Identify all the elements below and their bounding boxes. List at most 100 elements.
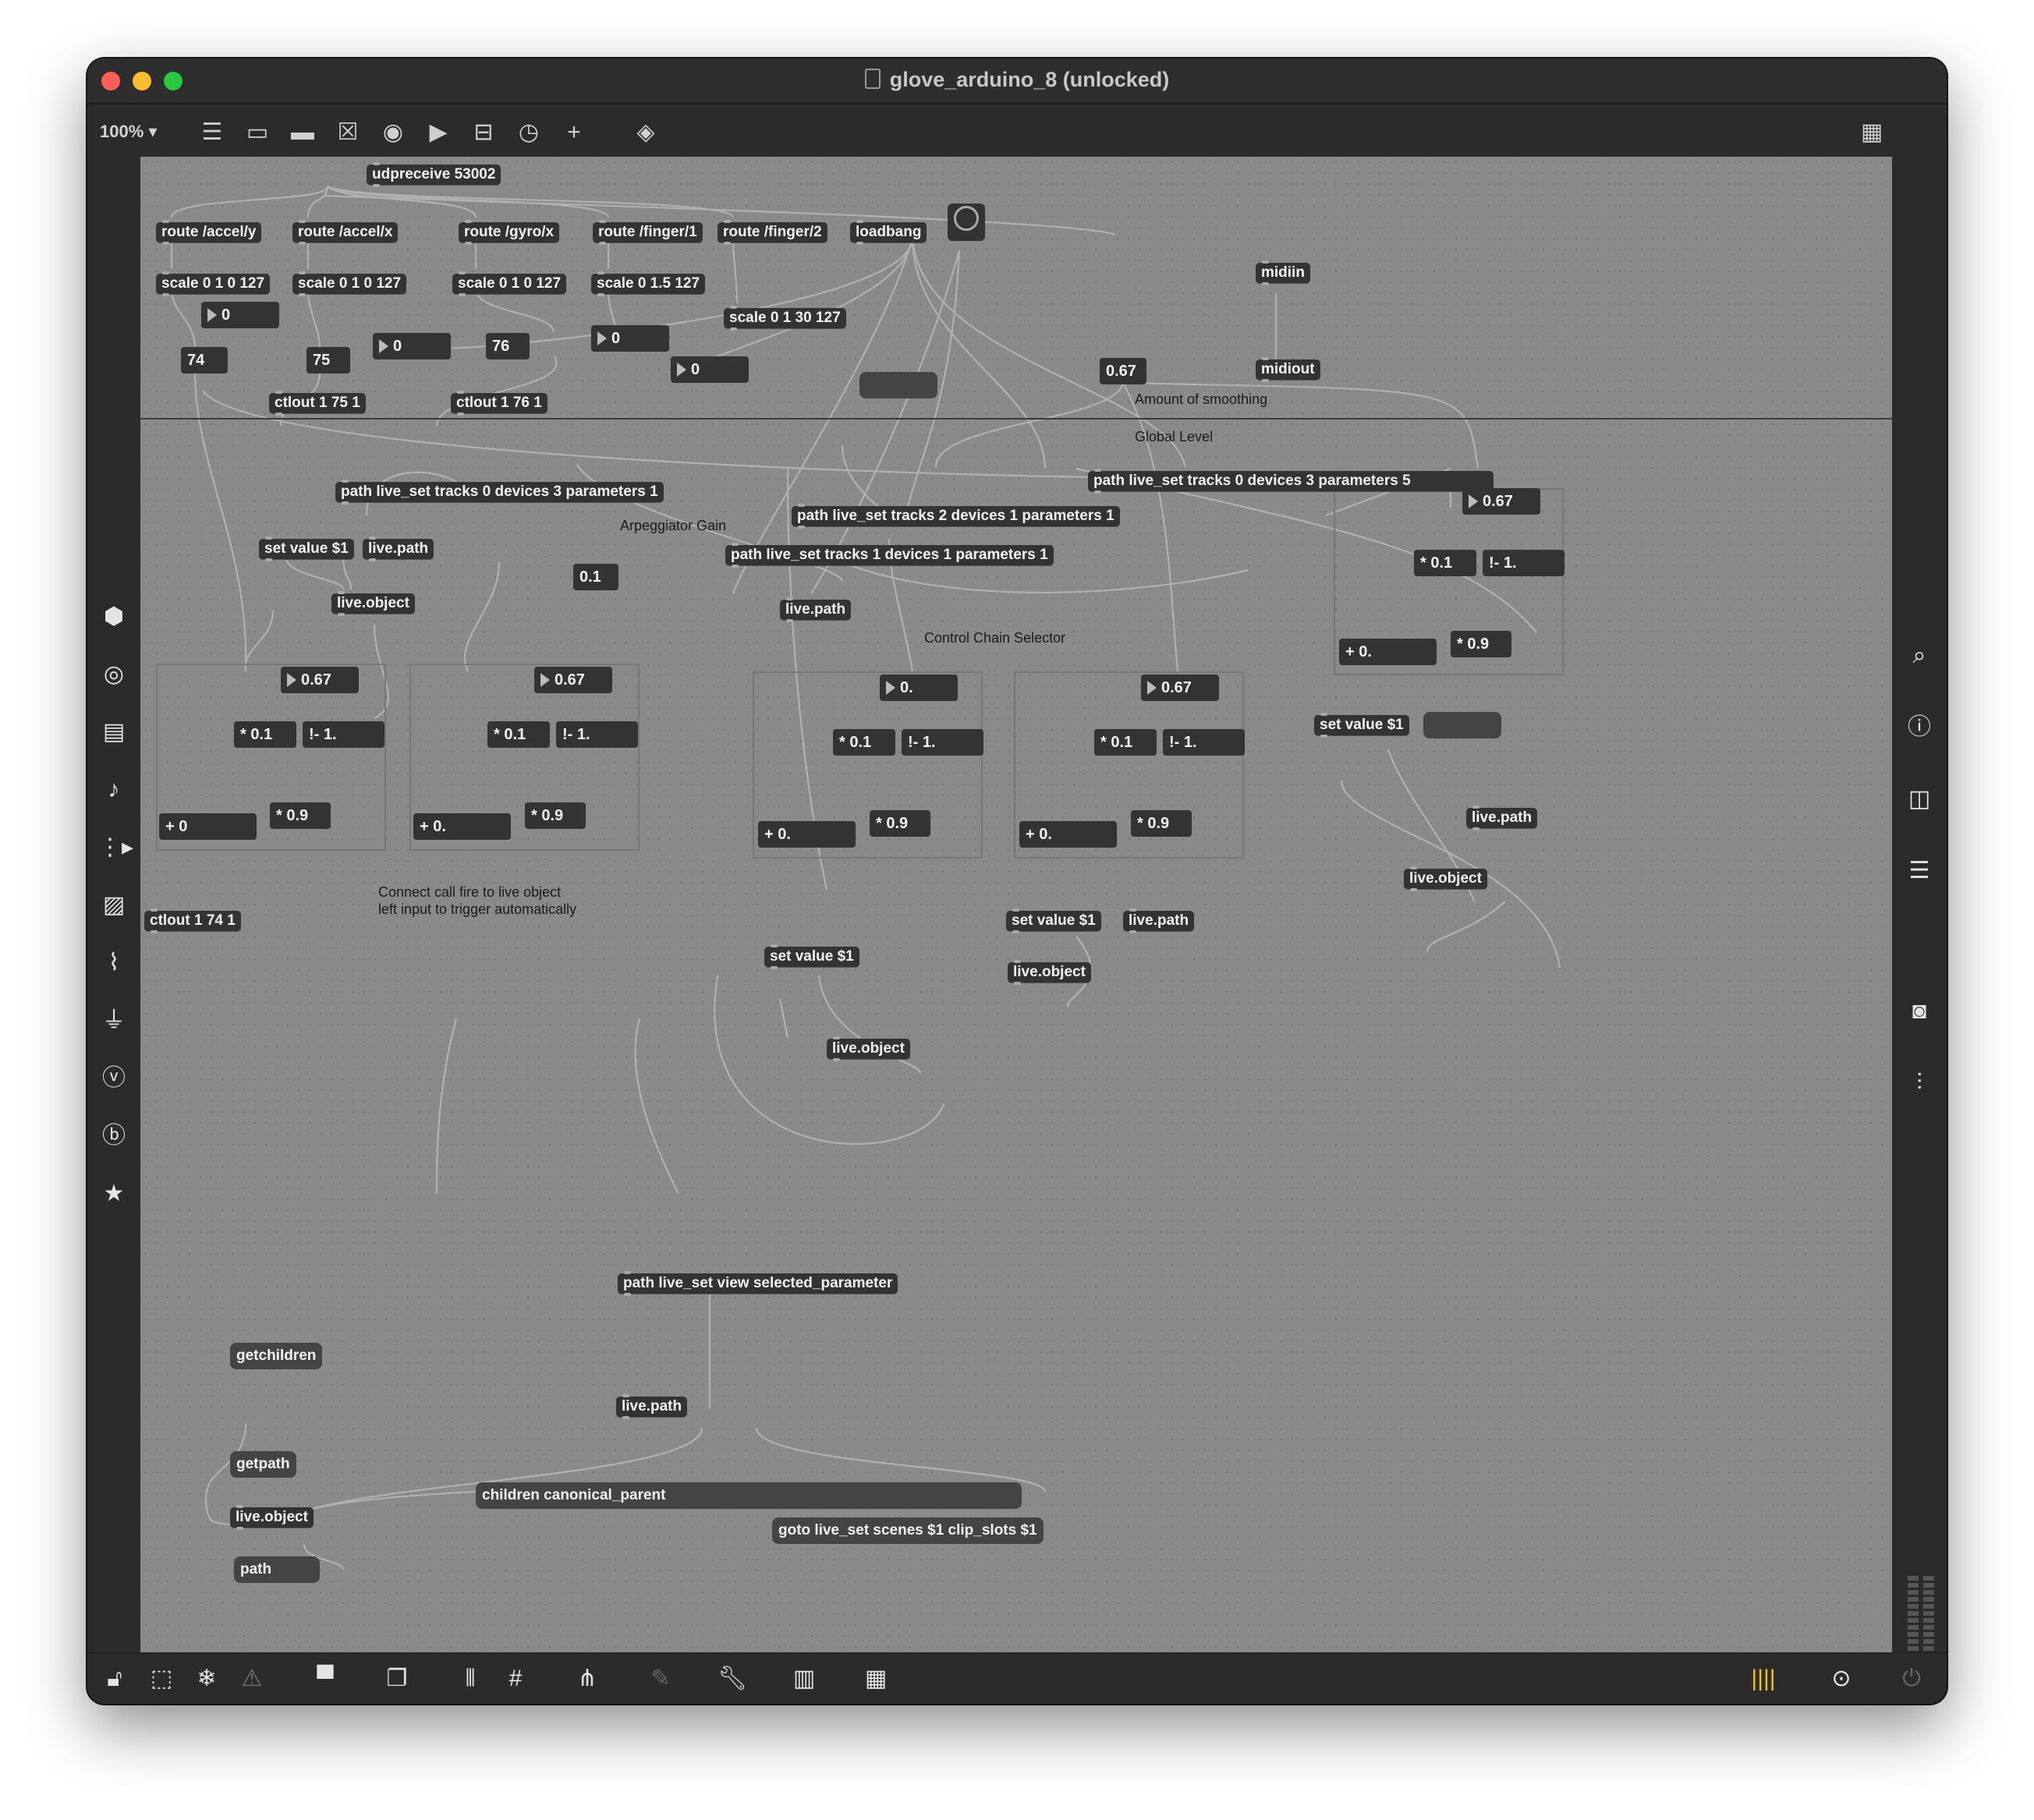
toggle-icon[interactable]: ☒ <box>334 119 362 147</box>
live-path-object-e[interactable]: live.path <box>616 1394 688 1419</box>
wrench-icon[interactable]: 🔧︎ <box>716 1662 749 1695</box>
path-tracks2-dev1-param1[interactable]: path live_set tracks 2 devices 1 paramet… <box>792 504 1120 529</box>
set-value-object-a[interactable]: set value $1 <box>259 536 354 561</box>
scale-object-1[interactable]: scale 0 1 0 127 <box>156 271 271 296</box>
media-icon[interactable]: ▤ <box>98 717 129 748</box>
live-path-object-a[interactable]: live.path <box>363 536 434 561</box>
lock-icon[interactable]: 🔓︎ <box>98 1662 131 1695</box>
mul-0-9-box-4[interactable]: * 0.9 <box>1131 810 1192 837</box>
set-value-object-b[interactable]: set value $1 <box>1314 713 1409 738</box>
scale-object-5[interactable]: scale 0 1 30 127 <box>724 306 846 331</box>
midiin-object[interactable]: midiin <box>1256 260 1310 285</box>
empty-message-box-2[interactable] <box>1423 712 1501 738</box>
bold-b-icon[interactable]: ⓑ <box>98 1121 129 1152</box>
ctlout-75-object[interactable]: ctlout 1 75 1 <box>269 391 366 416</box>
sub-1-box-2[interactable]: !- 1. <box>556 721 638 748</box>
path-tracks1-dev1-param1[interactable]: path live_set tracks 1 devices 1 paramet… <box>725 543 1054 568</box>
getpath-message[interactable]: getpath <box>230 1451 296 1478</box>
image-icon[interactable]: ▨ <box>98 890 129 921</box>
add-0-box-5[interactable]: + 0. <box>1339 639 1437 665</box>
keyboard-icon[interactable]: ▦ <box>859 1662 892 1695</box>
add-0-box-3[interactable]: + 0. <box>758 821 856 848</box>
loadbang-object[interactable]: loadbang <box>850 220 927 245</box>
panel3-number-box[interactable]: 0. <box>880 675 958 701</box>
route-finger1-object[interactable]: route /finger/1 <box>593 220 703 245</box>
scale-object-3[interactable]: scale 0 1 0 127 <box>452 271 567 296</box>
piano-icon[interactable]: ▥ <box>788 1662 820 1695</box>
add-0-box-1[interactable]: + 0 <box>159 813 257 840</box>
number-box-0a[interactable]: 0 <box>201 302 279 328</box>
layers-icon[interactable]: ❐ <box>381 1662 413 1695</box>
number-box-75[interactable]: 75 <box>307 347 350 374</box>
add-0-box-4[interactable]: + 0. <box>1019 821 1117 848</box>
set-value-object-d[interactable]: set value $1 <box>764 944 859 969</box>
mul-0-1-box-5[interactable]: * 0.1 <box>1414 550 1476 576</box>
presentation-icon[interactable]: ▀ <box>309 1662 342 1695</box>
smoothing-number-box[interactable]: 0.67 <box>1100 358 1146 384</box>
mul-0-1-box-2[interactable]: * 0.1 <box>487 721 550 748</box>
target-icon[interactable]: ◎ <box>98 659 129 690</box>
panel2-number-box[interactable]: 0.67 <box>534 667 612 693</box>
tree-icon[interactable]: ⋔ <box>571 1662 604 1695</box>
number-box-74[interactable]: 74 <box>181 347 228 374</box>
pin-icon[interactable]: ✎ <box>644 1662 677 1695</box>
global-level-number-box[interactable]: 0.67 <box>1462 488 1540 515</box>
panel1-number-box[interactable]: 0.67 <box>281 667 359 693</box>
number-icon[interactable]: ▶ <box>424 119 452 147</box>
paperclip-icon[interactable]: ⌇ <box>98 947 129 979</box>
message-icon[interactable]: ▭ <box>243 119 271 147</box>
route-gyro-x-object[interactable]: route /gyro/x <box>459 220 560 245</box>
live-object-e[interactable]: live.object <box>230 1505 314 1530</box>
live-object-d[interactable]: live.object <box>827 1036 910 1061</box>
mul-0-9-box-5[interactable]: * 0.9 <box>1451 631 1511 657</box>
goto-clip-slots-message[interactable]: goto live_set scenes $1 clip_slots $1 <box>772 1517 1044 1544</box>
live-path-object-b[interactable]: live.path <box>780 597 852 622</box>
sub-1-box-1[interactable]: !- 1. <box>303 721 384 748</box>
live-object-c[interactable]: live.object <box>1008 960 1091 985</box>
mul-0-1-box-3[interactable]: * 0.1 <box>833 729 895 756</box>
scale-object-4[interactable]: scale 0 1.5 127 <box>591 271 706 296</box>
grid-icon[interactable]: ▦ <box>1858 119 1886 147</box>
number-box-0d[interactable]: 0 <box>671 356 749 383</box>
freeze-icon[interactable]: ❄ <box>190 1662 223 1695</box>
music-note-icon[interactable]: ♪ <box>98 774 129 806</box>
live-path-object-c[interactable]: live.path <box>1466 806 1538 830</box>
number-box-76[interactable]: 76 <box>486 333 530 359</box>
route-finger2-object[interactable]: route /finger/2 <box>718 220 827 245</box>
list-icon[interactable]: ☰ <box>1904 855 1935 887</box>
mul-0-1-box-4[interactable]: * 0.1 <box>1094 729 1157 756</box>
empty-message-box-1[interactable] <box>859 372 937 398</box>
power-icon[interactable]: ⏻ <box>1895 1662 1928 1695</box>
number-box-0c[interactable]: 0 <box>591 325 669 352</box>
ctlout-74-object[interactable]: ctlout 1 74 1 <box>144 908 241 933</box>
mul-0-9-box-3[interactable]: * 0.9 <box>870 810 930 837</box>
comment-icon[interactable]: ▬ <box>289 119 317 147</box>
number-box-0b[interactable]: 0 <box>373 333 451 359</box>
scale-object-2[interactable]: scale 0 1 0 127 <box>292 271 407 296</box>
slider-icon[interactable]: ⊟ <box>470 119 498 147</box>
vimeo-icon[interactable]: ⓥ <box>98 1063 129 1094</box>
route-accel-y-object[interactable]: route /accel/y <box>156 220 262 245</box>
mixer-icon[interactable]: ⫶ <box>1904 1068 1935 1099</box>
align-icon[interactable]: ⫴ <box>454 1662 487 1695</box>
warning-icon[interactable]: ⚠ <box>236 1662 268 1695</box>
zoom-dropdown[interactable]: 100% ▾ <box>100 122 157 142</box>
split-view-icon[interactable]: ◫ <box>1904 784 1935 815</box>
midiout-object[interactable]: midiout <box>1256 357 1320 382</box>
star-icon[interactable]: ★ <box>98 1178 129 1209</box>
playlist-icon[interactable]: ⋮▸ <box>98 832 133 863</box>
patcher-canvas[interactable]: udpreceive 53002 route /accel/y route /a… <box>140 157 1892 1653</box>
panel4-number-box[interactable]: 0.67 <box>1141 675 1219 701</box>
mul-0-1-box-1[interactable]: * 0.1 <box>234 721 296 748</box>
live-object-b[interactable]: live.object <box>1404 866 1487 891</box>
path-message[interactable]: path <box>234 1556 320 1583</box>
ctlout-76-object[interactable]: ctlout 1 76 1 <box>451 391 547 416</box>
route-accel-x-object[interactable]: route /accel/x <box>292 220 399 245</box>
children-canonical-parent-message[interactable]: children canonical_parent <box>476 1482 1022 1509</box>
getchildren-message[interactable]: getchildren <box>230 1343 323 1369</box>
number-box-0-1[interactable]: 0.1 <box>573 564 618 590</box>
select-icon[interactable]: ⬚ <box>145 1662 178 1695</box>
mul-0-9-box-1[interactable]: * 0.9 <box>270 802 331 829</box>
paint-bucket-icon[interactable]: ◈ <box>632 119 660 147</box>
sub-1-box-5[interactable]: !- 1. <box>1483 550 1564 576</box>
